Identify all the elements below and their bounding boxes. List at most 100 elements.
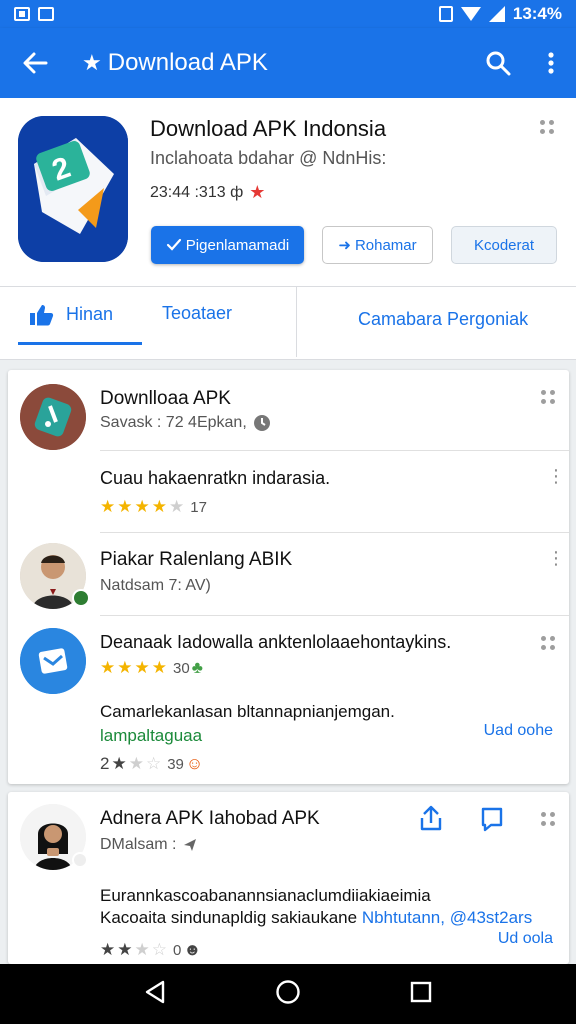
item-green-text: lampaltaguaa <box>100 726 203 745</box>
tertiary-button-label: Kcoderat <box>473 236 535 254</box>
item-body-2: Kacoaita sindunapldig sakiaukane Nbhtuta… <box>100 908 532 928</box>
item-title: Deanaak Iadowalla anktenlolaaehontaykins… <box>100 632 452 652</box>
notification-icon <box>14 7 30 21</box>
list-item[interactable]: Adnera APK Iahobad APK DMalsam : Eurannk… <box>8 792 569 964</box>
status-left <box>14 7 54 21</box>
item-title: Adnera APK Iahobad APK <box>100 808 320 829</box>
tab-row: Hinan Teoataer Camabara Pergoniak <box>0 286 576 357</box>
app-bar-title: ★ Download APK <box>82 49 470 77</box>
badge-icon <box>72 852 88 868</box>
item-title: Piakar Ralenlang ABIK <box>100 549 293 570</box>
app-subtitle: Inclahoata bdahar @ NdnHis: <box>150 148 387 168</box>
nav-home-icon[interactable] <box>275 979 301 1010</box>
install-button[interactable]: Pigenlamamadi <box>151 226 304 264</box>
comment-icon[interactable] <box>480 806 504 837</box>
app-meta-text: 23:44 :313 ф <box>150 183 244 201</box>
thumbs-up-icon <box>30 304 54 325</box>
tab-hinan[interactable]: Hinan <box>18 287 142 345</box>
search-icon[interactable] <box>470 28 526 98</box>
star-filled-icon: ★ <box>100 940 116 959</box>
list-item[interactable]: Downlloaa APK Savask : 72 4Epkan, <box>8 370 569 450</box>
signal-icon <box>488 6 505 22</box>
star-filled-icon: ★ <box>100 658 116 677</box>
badge-icon <box>72 589 90 607</box>
card-drag-icon[interactable] <box>540 120 554 134</box>
item-subtitle-text: Savask : 72 4Epkan, <box>100 414 247 431</box>
secondary-button[interactable]: ➜ Rohamar <box>322 226 433 264</box>
app-header-card: 2 Download APK Indonsia Inclahoata bdaha… <box>0 98 576 360</box>
status-right: 13:4% <box>438 4 562 24</box>
star-empty-icon: ☆ <box>145 754 162 773</box>
star-icon: ★ <box>82 50 102 75</box>
item-title: Downlloaa APK <box>100 388 231 409</box>
rating-number: 2 <box>100 754 110 773</box>
system-nav-bar <box>0 964 576 1024</box>
item-title: Cuau hakaenratkn indarasia. <box>100 468 331 488</box>
item-subtitle: DMalsam : <box>100 836 198 854</box>
rating-count: 0 <box>173 941 182 959</box>
tertiary-button[interactable]: Kcoderat <box>451 226 557 264</box>
item-handle-link[interactable]: @43st2ars <box>450 908 532 927</box>
item-drag-icon[interactable] <box>541 390 555 404</box>
clock-icon <box>253 415 270 431</box>
star-filled-icon: ★ <box>100 497 116 516</box>
star-filled-icon: ★ <box>134 497 150 516</box>
item-subtitle: Natdsam 7: AV) <box>100 577 211 594</box>
star-filled-icon: ★ <box>151 658 167 677</box>
list-item[interactable]: Piakar Ralenlang ABIK Natdsam 7: AV) ⋮ <box>8 533 569 615</box>
emoji-icon: ☻ <box>183 940 202 959</box>
star-filled-icon: ★ <box>117 940 133 959</box>
app-meta: 23:44 :313 ф ★ <box>150 182 265 203</box>
more-vert-icon[interactable]: ⋮ <box>547 549 565 567</box>
more-vert-icon[interactable] <box>526 28 576 98</box>
item-body: Camarlekanlasan bltannapnianjemgan. <box>100 702 395 721</box>
list-card: Adnera APK Iahobad APK DMalsam : Eurannk… <box>8 792 569 964</box>
install-button-label: Pigenlamamadi <box>185 236 290 254</box>
rating-stars: ★ ★ ★ ★ ★ 17 <box>100 497 207 517</box>
star-filled-icon: ★ <box>117 658 133 677</box>
emoji-icon: ☺ <box>185 754 204 773</box>
rating-count: 17 <box>190 498 207 516</box>
app-logo-icon: 2 <box>18 116 128 262</box>
item-drag-icon[interactable] <box>541 812 555 826</box>
status-bar: 13:4% <box>0 0 576 28</box>
clover-icon: ♣ <box>191 658 203 677</box>
rating-stars: ★ ★ ★ ★ 30 ♣ <box>100 658 203 678</box>
nav-back-icon[interactable] <box>144 980 166 1009</box>
secondary-button-label: Rohamar <box>354 236 417 254</box>
app-bar: ★ Download APK <box>0 28 576 98</box>
red-star-icon: ★ <box>249 182 266 202</box>
tab-teoataer[interactable]: Teoataer <box>162 303 232 324</box>
item-subtitle: Savask : 72 4Epkan, <box>100 414 271 432</box>
rating-count: 30 <box>173 659 190 677</box>
star-empty-icon: ★ <box>169 497 185 516</box>
more-vert-icon[interactable]: ⋮ <box>547 467 565 485</box>
rating-count: 39 <box>167 755 184 773</box>
share-icon[interactable] <box>418 804 444 837</box>
item-drag-icon[interactable] <box>541 636 555 650</box>
star-filled-icon: ★ <box>117 497 133 516</box>
item-body-2-text: Kacoaita sindunapldig sakiaukane <box>100 908 358 927</box>
status-time: 13:4% <box>512 4 562 23</box>
avatar <box>20 384 86 450</box>
item-link[interactable]: Uad oohe <box>484 722 553 740</box>
item-subtitle-text: DMalsam : <box>100 836 177 853</box>
avatar <box>20 628 86 694</box>
item-link[interactable]: Ud oola <box>498 930 553 948</box>
send-icon <box>184 839 197 851</box>
list-item[interactable]: Deanaak Iadowalla anktenlolaaehontaykins… <box>8 616 569 784</box>
item-body: Eurannkascoabanannsianaclumdiiakiaeimia <box>100 886 431 905</box>
tab-camabara[interactable]: Camabara Pergoniak <box>358 309 528 330</box>
notification-icon-2 <box>38 7 54 21</box>
item-inline-link[interactable]: Nbhtutann, <box>362 908 445 927</box>
tab-divider <box>296 287 297 357</box>
star-empty-icon: ★ <box>134 940 150 959</box>
rating-stars: ★ ★ ★ ☆ 0 ☻ <box>100 940 201 960</box>
star-empty-icon: ☆ <box>151 940 167 959</box>
nav-recents-icon[interactable] <box>410 981 432 1008</box>
back-arrow-icon[interactable] <box>0 28 70 98</box>
list-item[interactable]: Cuau hakaenratkn indarasia. ★ ★ ★ ★ ★ 17… <box>8 451 569 531</box>
star-empty-icon: ★ <box>128 754 144 773</box>
list-card: Downlloaa APK Savask : 72 4Epkan, Cuau h… <box>8 370 569 784</box>
rating-stars-2: 2 ★ ★ ☆ 39 ☺ <box>100 754 203 774</box>
